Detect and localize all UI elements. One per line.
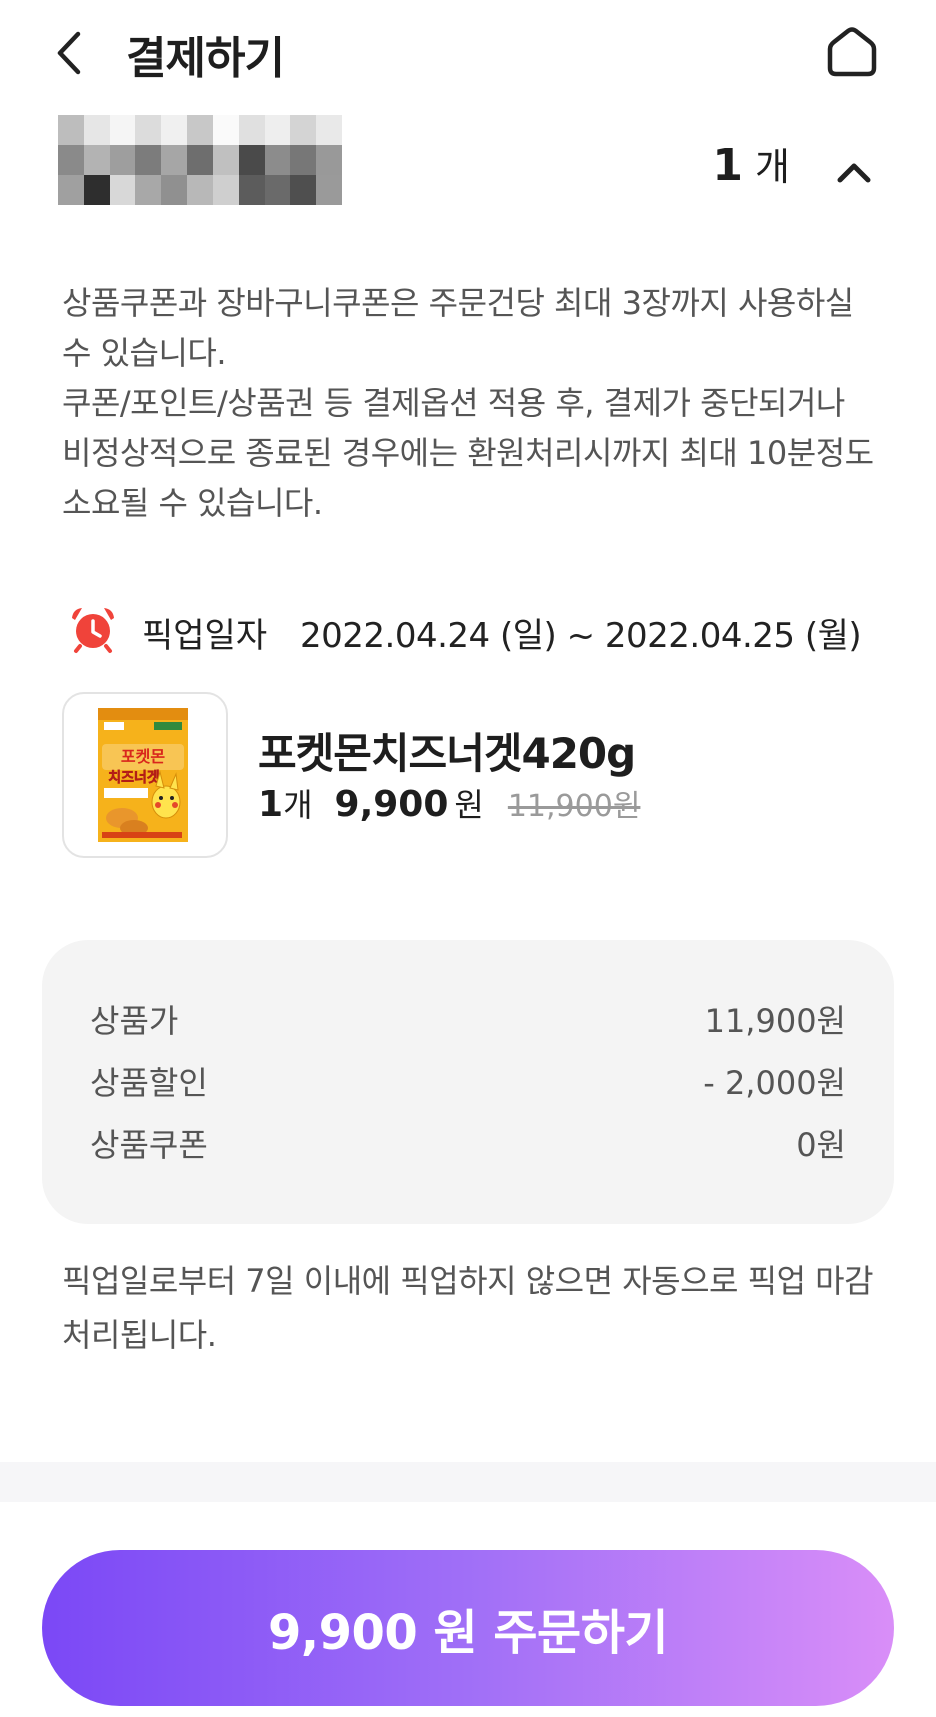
package-text-top: 포켓몬 — [121, 747, 165, 766]
collapse-button[interactable] — [832, 150, 876, 194]
summary-label: 상품할인 — [90, 1064, 208, 1102]
chevron-up-icon — [837, 163, 871, 183]
product-price-unit: 원 — [454, 786, 484, 824]
coupon-notice-line-1: 상품쿠폰과 장바구니쿠폰은 주문건당 최대 3장까지 사용하실 수 있습니다. — [62, 284, 854, 372]
home-button[interactable] — [822, 22, 882, 82]
product-item: 포켓몬 치즈너겟 포켓몬치즈너겟420g 1개 9,900 원 11,900원 — [62, 692, 922, 858]
pickup-date-row: 픽업일자 2022.04.24 (일) ~ 2022.04.25 (월) — [68, 602, 928, 658]
header-bar: 결제하기 — [0, 0, 936, 105]
coupon-notice-line-2: 쿠폰/포인트/상품권 등 결제옵션 적용 후, 결제가 중단되거나 비정상적으로… — [62, 384, 874, 522]
store-quantity: 1 — [712, 140, 744, 191]
product-quantity-value: 1 — [258, 784, 284, 825]
summary-value: - 2,000원 — [703, 1064, 846, 1102]
summary-label: 상품쿠폰 — [90, 1126, 208, 1164]
pickup-deadline-notice: 픽업일로부터 7일 이내에 픽업하지 않으면 자동으로 픽업 마감처리됩니다. — [62, 1262, 874, 1354]
summary-row-product-discount: 상품할인 - 2,000원 — [90, 1058, 846, 1108]
product-package-image: 포켓몬 치즈너겟 — [98, 708, 188, 842]
product-thumbnail: 포켓몬 치즈너겟 — [62, 692, 228, 858]
store-item-count: 1개 — [712, 136, 790, 191]
coupon-notice: 상품쿠폰과 장바구니쿠폰은 주문건당 최대 3장까지 사용하실 수 있습니다. … — [62, 278, 882, 528]
summary-row-product-price: 상품가 11,900원 — [90, 996, 846, 1046]
product-sale-price: 9,900 — [334, 784, 449, 825]
alarm-clock-icon — [72, 608, 114, 653]
store-name-blurred — [58, 115, 342, 205]
back-button[interactable] — [50, 28, 90, 78]
pickup-date-range: 2022.04.24 (일) ~ 2022.04.25 (월) — [300, 616, 862, 656]
home-icon — [827, 27, 877, 77]
pickup-date-label: 픽업일자 — [142, 616, 268, 656]
store-quantity-unit: 개 — [755, 145, 790, 189]
chevron-left-icon — [57, 31, 81, 75]
summary-label: 상품가 — [90, 1002, 179, 1040]
summary-value: 0원 — [796, 1126, 846, 1164]
product-quantity: 1개 — [258, 784, 313, 825]
product-name: 포켓몬치즈너겟420g — [258, 729, 636, 778]
order-button[interactable]: 9,900 원 주문하기 — [42, 1550, 894, 1706]
store-row: 1개 — [0, 110, 936, 210]
page-title: 결제하기 — [126, 33, 285, 84]
product-price-row: 1개 9,900 원 11,900원 — [258, 780, 640, 826]
summary-row-product-coupon: 상품쿠폰 0원 — [90, 1120, 846, 1170]
section-divider — [0, 1462, 936, 1502]
summary-value: 11,900원 — [704, 1002, 846, 1040]
package-text-bottom: 치즈너겟 — [108, 770, 160, 786]
price-summary-box: 상품가 11,900원 상품할인 - 2,000원 상품쿠폰 0원 — [42, 940, 894, 1224]
product-quantity-unit: 개 — [283, 786, 313, 824]
product-original-price: 11,900원 — [507, 789, 641, 824]
